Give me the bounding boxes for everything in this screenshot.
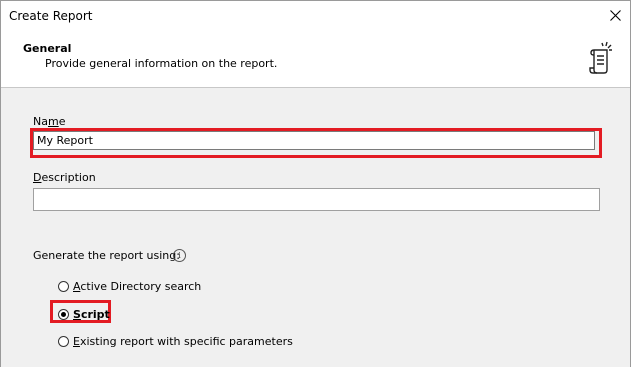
generate-label: Generate the report using: — [33, 249, 180, 262]
scroll-report-icon — [589, 41, 612, 74]
title-bar: Create Report — [1, 1, 630, 31]
description-input[interactable] — [33, 188, 600, 211]
radio-label: Script — [73, 307, 110, 321]
content-area: Name Description Generate the report usi… — [1, 88, 630, 367]
description-label: Description — [33, 171, 96, 184]
info-icon[interactable]: i — [173, 249, 186, 262]
name-input[interactable] — [33, 131, 595, 150]
wizard-header: General Provide general information on t… — [1, 31, 630, 88]
window-title: Create Report — [9, 9, 93, 23]
radio-script[interactable]: Script — [58, 306, 110, 322]
create-report-dialog: Create Report General Provide general in… — [0, 0, 631, 367]
radio-active-directory[interactable]: Active Directory search — [58, 278, 201, 294]
radio-button[interactable] — [58, 335, 69, 347]
header-subtitle: Provide general information on the repor… — [45, 57, 278, 70]
header-title: General — [23, 42, 72, 55]
radio-label: Active Directory search — [73, 279, 202, 293]
close-button[interactable] — [606, 6, 624, 24]
radio-label: Existing report with specific parameters — [73, 334, 293, 348]
radio-existing-report[interactable]: Existing report with specific parameters — [58, 333, 293, 349]
close-icon — [609, 9, 621, 21]
radio-button-selected[interactable] — [58, 308, 69, 320]
radio-button[interactable] — [58, 280, 69, 292]
name-label: Name — [33, 115, 66, 128]
